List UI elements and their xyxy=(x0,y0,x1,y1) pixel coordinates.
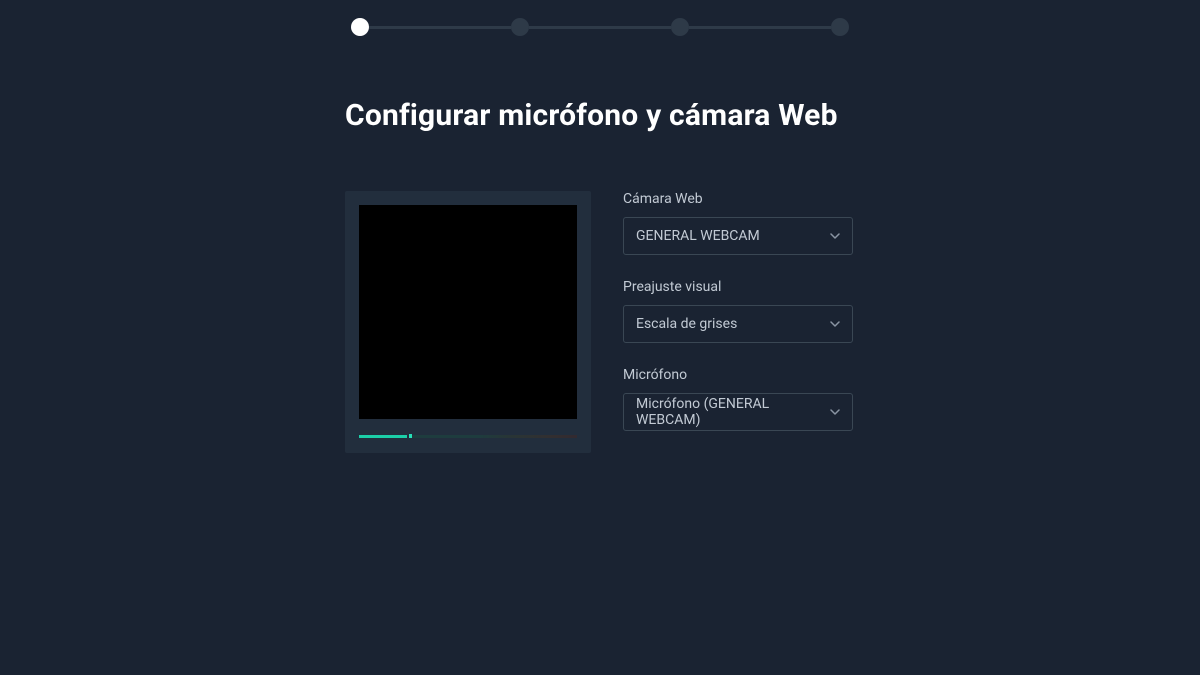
webcam-select-value: GENERAL WEBCAM xyxy=(636,228,760,244)
mic-level-active xyxy=(359,435,407,438)
progress-stepper xyxy=(0,0,1200,36)
mic-level-track xyxy=(412,435,577,438)
webcam-select[interactable]: GENERAL WEBCAM xyxy=(623,217,853,255)
microphone-select-value: Micrófono (GENERAL WEBCAM) xyxy=(636,396,830,428)
webcam-label: Cámara Web xyxy=(623,191,855,207)
step-line xyxy=(689,26,831,29)
chevron-down-icon xyxy=(830,407,840,417)
page-title: Configurar micrófono y cámara Web xyxy=(345,98,855,133)
chevron-down-icon xyxy=(830,231,840,241)
step-line xyxy=(529,26,671,29)
microphone-label: Micrófono xyxy=(623,367,855,383)
step-line xyxy=(369,26,511,29)
webcam-preview xyxy=(359,205,577,419)
step-dot-1[interactable] xyxy=(351,18,369,36)
preset-label: Preajuste visual xyxy=(623,279,855,295)
preset-select-value: Escala de grises xyxy=(636,316,737,332)
step-dot-2[interactable] xyxy=(511,18,529,36)
step-dot-3[interactable] xyxy=(671,18,689,36)
mic-level-meter xyxy=(359,433,577,439)
chevron-down-icon xyxy=(830,319,840,329)
webcam-preview-panel xyxy=(345,191,591,453)
preset-select[interactable]: Escala de grises xyxy=(623,305,853,343)
step-dot-4[interactable] xyxy=(831,18,849,36)
microphone-select[interactable]: Micrófono (GENERAL WEBCAM) xyxy=(623,393,853,431)
